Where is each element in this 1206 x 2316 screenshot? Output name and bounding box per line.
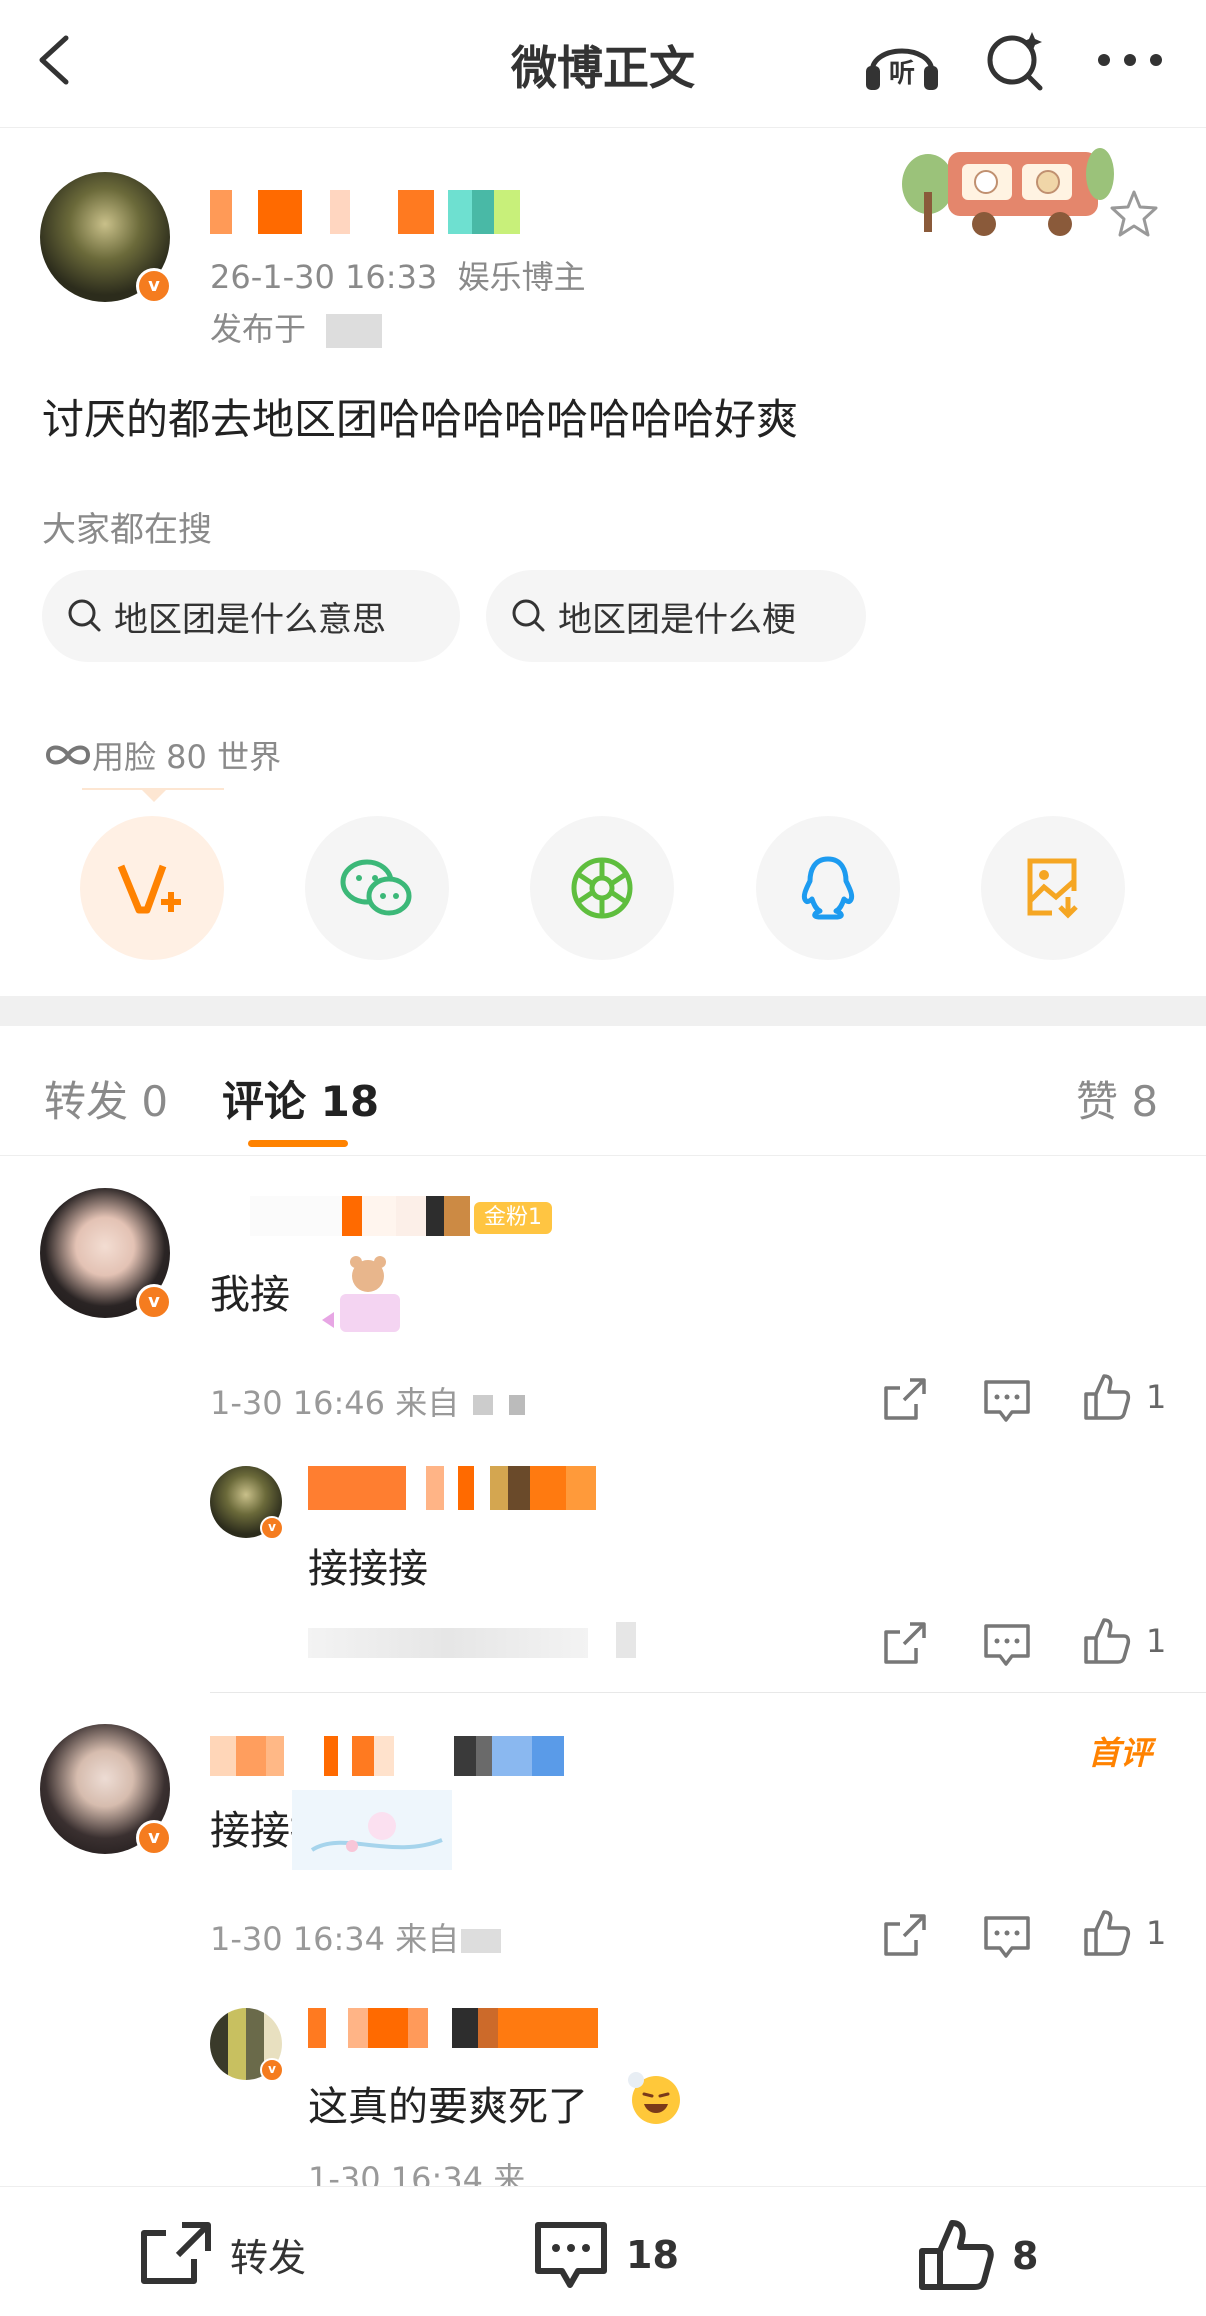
verified-badge-icon: v (136, 268, 172, 304)
tab-likes[interactable]: 赞 8 (1076, 1068, 1158, 1129)
post-tabs: 转发 0 评论 18 赞 8 (0, 1026, 1206, 1156)
sticker-icon (292, 1790, 452, 1870)
like-icon[interactable] (1082, 1908, 1132, 1958)
section-gap (0, 996, 1206, 1026)
comment-icon (535, 2222, 607, 2288)
qq-icon (801, 856, 855, 920)
share-icon[interactable] (880, 1910, 930, 1960)
commenter-name-mosaic[interactable] (250, 1196, 470, 1236)
share-pointer-tip (142, 790, 166, 802)
reply-avatar[interactable]: v (210, 1466, 284, 1540)
search-hint-heading: 大家都在搜 (42, 510, 212, 550)
commenter-avatar[interactable]: v (40, 1188, 172, 1320)
reply-time-block (616, 1622, 636, 1658)
comment-time: 1-30 16:34 来自 (210, 1914, 502, 1960)
tab-repost[interactable]: 转发 0 (44, 1068, 168, 1129)
top-nav: 微博正文 听 (0, 0, 1206, 128)
commenter-avatar[interactable]: v (40, 1724, 172, 1856)
verified-badge-icon: v (260, 1516, 284, 1540)
reply-icon[interactable] (982, 1910, 1032, 1960)
bear-sticker-icon (322, 1256, 400, 1332)
like-count: 1 (1146, 1378, 1167, 1416)
active-tab-indicator (248, 1140, 348, 1147)
comment-time: 1-30 16:46 来自 (210, 1378, 526, 1424)
author-role: 娱乐博主 (457, 258, 586, 296)
listen-icon[interactable]: 听 (862, 26, 942, 96)
share-vplus-button[interactable] (80, 816, 224, 960)
like-count: 1 (1146, 1914, 1167, 1952)
svg-text:听: 听 (889, 59, 915, 89)
reply-time-blurred (308, 1628, 588, 1658)
moments-icon (571, 857, 633, 919)
reply-name-mosaic[interactable] (308, 2008, 598, 2048)
comment-divider (210, 1692, 1206, 1693)
like-icon[interactable] (1082, 1616, 1132, 1666)
share-save-image-button[interactable] (981, 816, 1125, 960)
reply-icon[interactable] (982, 1374, 1032, 1424)
like-count: 1 (1146, 1622, 1167, 1660)
bus-sticker-icon (902, 148, 1114, 236)
share-moments-button[interactable] (530, 816, 674, 960)
verified-badge-icon: v (136, 1284, 172, 1320)
grin-emoji-icon (628, 2072, 680, 2124)
first-comment-tag: 首评 (1088, 1734, 1153, 1772)
face-world-line[interactable]: 用脸 80 世界 (44, 732, 281, 778)
reply-name-mosaic[interactable] (308, 1466, 596, 1510)
search-icon (68, 599, 101, 632)
like-icon[interactable] (1082, 1372, 1132, 1422)
tab-comments[interactable]: 评论 18 (222, 1068, 379, 1129)
reply-avatar[interactable]: v (210, 2008, 284, 2082)
commenter-name-mosaic[interactable] (210, 1736, 596, 1776)
share-icon[interactable] (880, 1618, 930, 1668)
search-suggestion-label: 地区团是什么梗 (558, 599, 796, 640)
comment-button[interactable]: 18 (532, 2219, 679, 2291)
save-image-icon (1027, 858, 1078, 919)
search-suggestion-label: 地区团是什么意思 (114, 599, 386, 640)
favorite-star-icon[interactable] (1108, 188, 1160, 240)
bottom-action-bar: 转发 18 8 (0, 2186, 1206, 2316)
face-world-label: 用脸 80 世界 (92, 738, 282, 776)
share-wechat-button[interactable] (305, 816, 449, 960)
like-button[interactable]: 8 (918, 2219, 1038, 2293)
author-avatar[interactable]: v (40, 172, 172, 304)
post-location: 发布于 (210, 304, 383, 350)
vplus-icon (117, 864, 181, 914)
author-name-mosaic[interactable] (210, 190, 520, 234)
fan-level-badge: 金粉1 (474, 1202, 552, 1234)
more-icon[interactable] (1090, 40, 1170, 80)
search-icon (512, 599, 545, 632)
share-icon[interactable] (880, 1374, 930, 1424)
post-time: 26-1-30 16:33 (210, 258, 438, 296)
search-suggestion[interactable]: 地区团是什么意思 (42, 570, 460, 662)
post-text: 讨厌的都去地区团哈哈哈哈哈哈哈哈好爽 (42, 395, 799, 444)
search-suggestion[interactable]: 地区团是什么梗 (486, 570, 866, 662)
like-count: 8 (1012, 2234, 1039, 2278)
search-icon[interactable] (980, 26, 1050, 96)
repost-label: 转发 (230, 2235, 307, 2280)
reply-text: 接接接 (308, 1546, 428, 1592)
published-prefix: 发布于 (210, 310, 307, 348)
share-qq-button[interactable] (756, 816, 900, 960)
repost-button[interactable]: 转发 (138, 2219, 306, 2289)
post-meta: 26-1-30 16:33 娱乐博主 (210, 252, 586, 298)
like-icon (919, 2220, 994, 2290)
verified-badge-icon: v (136, 1820, 172, 1856)
comment-text: 我接 (210, 1272, 290, 1318)
repost-icon (141, 2222, 211, 2284)
wechat-icon (340, 859, 412, 916)
infinity-icon (45, 745, 91, 765)
reply-text: 这真的要爽死了 (308, 2084, 588, 2130)
verified-badge-icon: v (260, 2058, 284, 2082)
reply-icon[interactable] (982, 1618, 1032, 1668)
comment-count: 18 (626, 2233, 679, 2277)
